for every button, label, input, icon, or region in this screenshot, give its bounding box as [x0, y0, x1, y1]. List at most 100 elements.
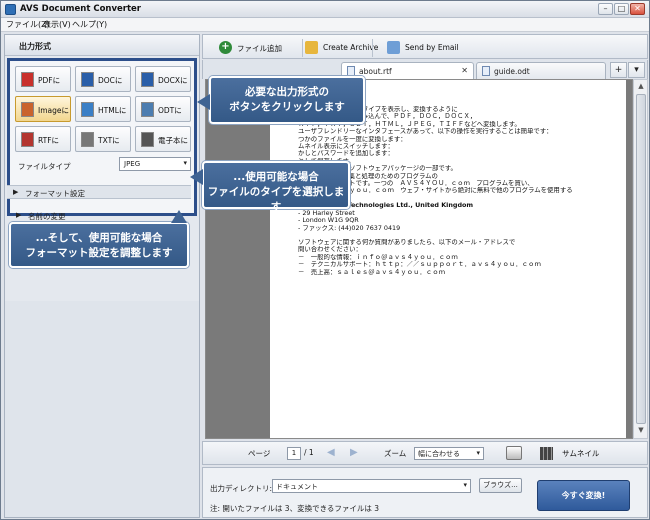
- scroll-up-icon[interactable]: ▲: [636, 82, 646, 92]
- create-archive-label: Create Archive: [323, 43, 379, 52]
- image-icon: [21, 102, 34, 117]
- scrollbar-thumb[interactable]: [636, 94, 646, 424]
- format-ebook-button[interactable]: 電子本に: [135, 126, 191, 152]
- expand-arrow-icon: ▶: [13, 188, 19, 196]
- callout-format-settings: ...そして、使用可能な場合 フォーマット設定を調整します: [9, 210, 189, 268]
- thumbnails-label[interactable]: サムネイル: [562, 448, 599, 459]
- page-label: ページ: [248, 449, 271, 458]
- rename-label: 名前の変更: [28, 212, 66, 221]
- format-odt-label: ODTに: [158, 106, 182, 115]
- format-txt-label: TXTに: [98, 136, 120, 145]
- document-icon: [347, 66, 355, 76]
- document-line: － 売上高：ｓａｌｅｓ＠ａｖｓ４ｙｏｕ．ｃｏｍ: [298, 268, 445, 276]
- doc-icon: [81, 72, 94, 87]
- format-pdf-button[interactable]: PDFに: [15, 66, 71, 92]
- document-gap: [298, 232, 618, 239]
- left-panel: 出力形式 PDFに DOCに DOCXに Imageに HTMLに ODTに R…: [4, 34, 200, 518]
- callout-text: ...そして、使用可能な場合: [35, 232, 163, 244]
- expand-arrow-icon: ▶: [16, 211, 22, 219]
- file-type-label: ファイルタイプ: [18, 162, 71, 171]
- output-format-title: 出力形式: [19, 42, 51, 51]
- document-icon: [482, 66, 490, 76]
- document-line: － テクニカルサポート：ｈｔｔｐ：／／ｓｕｐｐｏｒｔ．ａｖｓ４ｙｏｕ．ｃｏｍ: [298, 261, 541, 269]
- odt-icon: [141, 102, 154, 117]
- callout-text: ボタンをクリックします: [229, 101, 345, 113]
- output-panel: 出力ディレクトリ: ドキュメント ▾ ブラウズ... 注: 開いたファイルは 3…: [202, 467, 648, 518]
- format-html-label: HTMLに: [98, 106, 127, 115]
- previous-page-icon[interactable]: ◀: [327, 448, 339, 459]
- menu-view[interactable]: 表示(V): [43, 19, 71, 30]
- format-html-button[interactable]: HTMLに: [75, 96, 131, 122]
- plus-icon: +: [219, 41, 232, 54]
- docx-icon: [141, 72, 154, 87]
- document-line: 問い合わせください：: [298, 246, 362, 254]
- menu-help[interactable]: ヘルプ(Y): [72, 19, 107, 30]
- callout-text: ...使用可能な場合: [233, 171, 319, 183]
- pdf-icon: [21, 72, 34, 87]
- next-page-icon[interactable]: ▶: [350, 448, 362, 459]
- menu-bar: ファイル(Z) 表示(V) ヘルプ(Y): [1, 18, 649, 32]
- callout-pointer: [171, 210, 187, 223]
- add-tab-button[interactable]: +: [610, 62, 627, 78]
- callout-text: 必要な出力形式の: [245, 86, 329, 98]
- document-viewer[interactable]: ドキュメントの様々なタイプを表示し、変換するように メージのファイルを読み込んで、…: [205, 79, 633, 439]
- callout-file-type: ...使用可能な場合 ファイルのタイプを選択します: [190, 161, 350, 213]
- callout-pointer: [190, 169, 203, 185]
- tab-list-button[interactable]: ▾: [628, 62, 645, 78]
- tab-guide-odt[interactable]: guide.odt: [476, 62, 606, 79]
- minimize-button[interactable]: –: [598, 3, 613, 15]
- format-txt-button[interactable]: TXTに: [75, 126, 131, 152]
- format-settings-label: フォーマット設定: [25, 189, 85, 198]
- rename-row[interactable]: ▶ 名前の変更: [10, 209, 198, 223]
- close-window-button[interactable]: ✕: [630, 3, 645, 15]
- document-line: ムネイル表示にスイッチします：: [298, 143, 394, 151]
- send-email-label: Send by Email: [405, 43, 459, 52]
- format-docx-label: DOCXに: [158, 76, 188, 85]
- add-files-button[interactable]: + ファイル追加: [219, 41, 299, 55]
- format-rtf-label: RTFに: [38, 136, 60, 145]
- title-bar: AVS Document Converter – □ ✕: [1, 1, 649, 18]
- file-type-select[interactable]: JPEG ▾: [119, 157, 191, 171]
- format-settings-row[interactable]: ▶ フォーマット設定: [7, 185, 191, 199]
- zoom-select[interactable]: 幅に合わせる ▾: [414, 447, 484, 460]
- maximize-button[interactable]: □: [614, 3, 629, 15]
- format-rtf-button[interactable]: RTFに: [15, 126, 71, 152]
- tab-label: guide.odt: [494, 67, 530, 76]
- send-email-button[interactable]: Send by Email: [387, 41, 459, 55]
- output-directory-value: ドキュメント: [276, 483, 318, 491]
- close-tab-icon[interactable]: ✕: [461, 66, 468, 75]
- format-image-button[interactable]: Imageに: [15, 96, 71, 122]
- app-logo-icon: [5, 4, 16, 15]
- print-icon[interactable]: [506, 446, 522, 460]
- format-doc-label: DOCに: [98, 76, 123, 85]
- page-total: / 1: [304, 448, 314, 457]
- add-files-label: ファイル追加: [237, 44, 282, 53]
- zoom-value: 幅に合わせる: [418, 450, 460, 458]
- document-page: ドキュメントの様々なタイプを表示し、変換するように メージのファイルを読み込んで、…: [270, 80, 626, 438]
- format-docx-button[interactable]: DOCXに: [135, 66, 191, 92]
- main-toolbar: + ファイル追加 Create Archive Send by Email: [202, 34, 648, 59]
- browse-button[interactable]: ブラウズ...: [479, 478, 522, 493]
- file-count-note: 注: 開いたファイルは 3、変換できるファイルは 3: [210, 504, 380, 513]
- vertical-scrollbar[interactable]: ▲ ▼: [633, 79, 648, 439]
- format-pdf-label: PDFに: [38, 76, 61, 85]
- email-envelope-icon: [387, 41, 400, 54]
- page-number-input[interactable]: 1: [287, 447, 301, 460]
- format-odt-button[interactable]: ODTに: [135, 96, 191, 122]
- page-navigation-bar: ページ 1 / 1 ◀ ▶ ズーム 幅に合わせる ▾ サムネイル: [202, 441, 648, 465]
- thumbnails-icon[interactable]: [540, 447, 553, 460]
- callout-pointer: [197, 94, 210, 110]
- format-doc-button[interactable]: DOCに: [75, 66, 131, 92]
- chevron-down-icon: ▾: [476, 449, 480, 457]
- convert-now-button[interactable]: 今すぐ変換!: [537, 480, 630, 511]
- scroll-down-icon[interactable]: ▼: [636, 426, 646, 436]
- tab-label: about.rtf: [359, 67, 392, 76]
- txt-icon: [81, 132, 94, 147]
- output-directory-select[interactable]: ドキュメント ▾: [272, 479, 471, 493]
- document-line: ユーザフレンドリーなインタフェースがあって、以下の操作を実行することは簡単です：: [298, 128, 553, 136]
- html-icon: [81, 102, 94, 117]
- document-line: － 一般的な情報：ｉｎｆｏ＠ａｖｓ４ｙｏｕ．ｃｏｍ: [298, 253, 458, 261]
- document-line: ソフトウェアに関する何か質問がありましたら、以下のメール・アドレスで: [298, 238, 516, 246]
- rtf-icon: [21, 132, 34, 147]
- callout-text: ファイルのタイプを選択します: [207, 186, 345, 213]
